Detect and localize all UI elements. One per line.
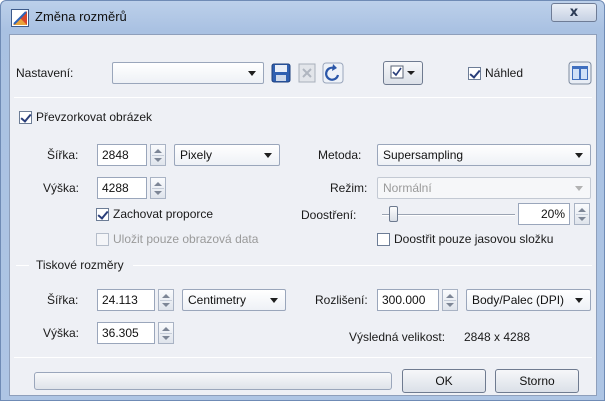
footer-divider bbox=[14, 357, 592, 358]
resize-dialog: Změna rozměrů x Nastavení: Náhled Převzo… bbox=[0, 0, 605, 401]
preview-label: Náhled bbox=[485, 66, 524, 80]
preview-window-icon[interactable] bbox=[568, 61, 592, 85]
dialog-body: Nastavení: Náhled Převzorkovat obrázek Š… bbox=[9, 34, 597, 396]
preview-checkbox[interactable] bbox=[468, 67, 481, 80]
chevron-down-icon bbox=[248, 71, 256, 76]
chevron-down-icon bbox=[270, 298, 278, 303]
print-section-label: Tiskové rozměry bbox=[36, 258, 124, 272]
resolution-unit-select[interactable]: Body/Palec (DPI) bbox=[466, 289, 591, 311]
pixel-width-spinner[interactable] bbox=[150, 144, 166, 166]
preset-select[interactable] bbox=[112, 62, 264, 84]
pixel-unit-select[interactable]: Pixely bbox=[174, 144, 280, 166]
resample-label: Převzorkovat obrázek bbox=[36, 110, 153, 124]
print-height-input[interactable]: 36.305 bbox=[97, 322, 155, 344]
save-only-checkbox bbox=[96, 233, 109, 246]
delete-preset-icon[interactable] bbox=[295, 61, 319, 85]
keep-ratio-checkbox[interactable] bbox=[96, 208, 109, 221]
sharpen-slider-thumb[interactable] bbox=[388, 206, 398, 222]
progress-bar bbox=[34, 372, 392, 390]
chevron-down-icon bbox=[575, 153, 583, 158]
result-size-value: 2848 x 4288 bbox=[464, 330, 531, 344]
toolbar-divider bbox=[14, 97, 592, 98]
sharpen-label: Doostření: bbox=[301, 208, 357, 222]
sharpen-luma-checkbox[interactable] bbox=[377, 233, 390, 246]
resolution-input[interactable]: 300.000 bbox=[377, 289, 439, 311]
keep-ratio-label: Zachovat proporce bbox=[113, 207, 214, 221]
method-label: Metoda: bbox=[318, 148, 362, 162]
result-size-label: Výsledná velikost: bbox=[349, 330, 446, 344]
window-title: Změna rozměrů bbox=[35, 9, 127, 24]
checklist-dropdown-icon bbox=[390, 65, 415, 79]
cancel-button[interactable]: Storno bbox=[495, 369, 579, 393]
print-width-spinner[interactable] bbox=[158, 289, 174, 311]
chevron-down-icon bbox=[575, 186, 583, 191]
sharpen-slider-track[interactable] bbox=[382, 214, 515, 216]
print-unit-select[interactable]: Centimetry bbox=[182, 289, 286, 311]
close-button[interactable]: x bbox=[551, 3, 597, 22]
sharpen-input[interactable]: 20% bbox=[518, 203, 570, 225]
print-section-divider-left bbox=[16, 265, 29, 266]
preset-label: Nastavení: bbox=[16, 66, 74, 80]
chevron-down-icon bbox=[575, 298, 583, 303]
resize-app-icon bbox=[11, 9, 29, 27]
resolution-unit-value: Body/Palec (DPI) bbox=[472, 293, 565, 307]
resolution-label: Rozlišení: bbox=[315, 293, 368, 307]
print-width-input[interactable]: 24.113 bbox=[97, 289, 155, 311]
method-select[interactable]: Supersampling bbox=[377, 144, 591, 166]
print-height-spinner[interactable] bbox=[158, 322, 174, 344]
pixel-height-label: Výška: bbox=[43, 181, 80, 195]
resample-checkbox[interactable] bbox=[19, 111, 32, 124]
save-only-label: Uložit pouze obrazová data bbox=[113, 232, 259, 246]
print-section-divider-right bbox=[133, 265, 592, 266]
pixel-width-input[interactable]: 2848 bbox=[97, 144, 147, 166]
method-value: Supersampling bbox=[383, 148, 464, 162]
pixel-height-spinner[interactable] bbox=[150, 177, 166, 199]
sharpen-spinner[interactable] bbox=[574, 203, 590, 225]
options-menu-button[interactable] bbox=[383, 61, 423, 85]
print-width-label: Šířka: bbox=[47, 293, 79, 307]
print-unit-value: Centimetry bbox=[188, 293, 247, 307]
pixel-unit-value: Pixely bbox=[180, 148, 213, 162]
chevron-down-icon bbox=[264, 153, 272, 158]
pixel-height-input[interactable]: 4288 bbox=[97, 177, 147, 199]
mode-value: Normální bbox=[383, 181, 432, 195]
print-height-label: Výška: bbox=[43, 326, 80, 340]
title-bar[interactable]: Změna rozměrů x bbox=[1, 1, 604, 33]
mode-label: Režim: bbox=[330, 181, 368, 195]
reset-icon[interactable] bbox=[321, 61, 345, 85]
mode-select: Normální bbox=[377, 177, 591, 199]
save-preset-icon[interactable] bbox=[269, 61, 293, 85]
pixel-width-label: Šířka: bbox=[47, 148, 79, 162]
resolution-spinner[interactable] bbox=[442, 289, 458, 311]
sharpen-luma-label: Doostřit pouze jasovou složku bbox=[394, 232, 554, 246]
ok-button[interactable]: OK bbox=[402, 369, 486, 393]
